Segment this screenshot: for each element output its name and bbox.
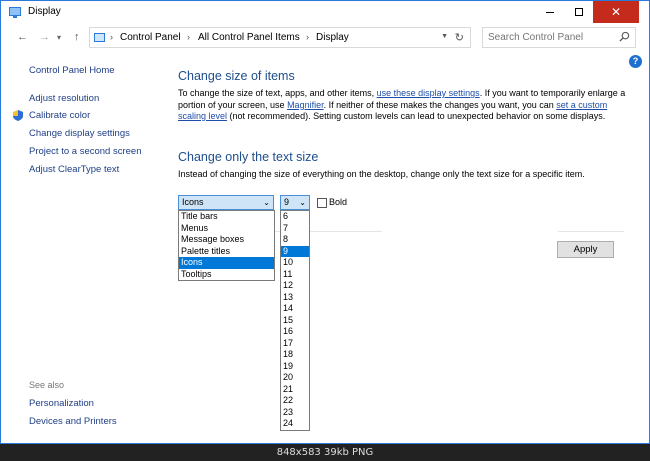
breadcrumb-separator: › — [110, 32, 113, 42]
address-bar: ← → ▾ ↑ › Control Panel › All Control Pa… — [1, 27, 649, 51]
maximize-button[interactable] — [564, 1, 593, 23]
item-dropdown-list: Title bars Menus Message boxes Palette titl… — [178, 210, 275, 281]
forward-arrow-icon[interactable]: → — [39, 31, 50, 43]
help-icon[interactable]: ? — [629, 55, 642, 68]
breadcrumb[interactable]: › Control Panel › All Control Panel Item… — [89, 27, 471, 48]
sidebar-item-project-second-screen[interactable]: Project to a second screen — [29, 146, 141, 157]
maximize-icon — [574, 8, 583, 17]
heading-text-size: Change only the text size — [178, 150, 319, 164]
magnifier-link[interactable]: Magnifier — [287, 100, 324, 110]
description-text-size: Instead of changing the size of everythi… — [178, 169, 585, 179]
dropdown-option[interactable]: Message boxes — [179, 234, 274, 246]
bold-checkbox[interactable] — [317, 198, 327, 208]
dropdown-option[interactable]: 12 — [281, 280, 309, 292]
sidebar: Control Panel Home Adjust resolution Cal… — [1, 53, 171, 443]
size-select-value: 9 — [284, 197, 290, 207]
dropdown-option[interactable]: Palette titles — [179, 246, 274, 258]
recent-locations-icon[interactable]: ▾ — [57, 33, 61, 42]
back-arrow-icon[interactable]: ← — [17, 31, 28, 43]
breadcrumb-item[interactable]: Display — [316, 32, 349, 43]
item-select-value: Icons — [182, 197, 204, 207]
description-size: To change the size of text, apps, and ot… — [178, 88, 626, 123]
dropdown-option[interactable]: 21 — [281, 384, 309, 396]
breadcrumb-item[interactable]: Control Panel — [120, 32, 181, 43]
title-bar: Display ✕ — [1, 1, 649, 23]
search-icon[interactable] — [619, 31, 630, 42]
see-also-heading: See also — [29, 380, 65, 390]
sidebar-item-personalization[interactable]: Personalization — [29, 398, 94, 409]
display-window: Display ✕ ← → ▾ ↑ › Control Panel › All … — [0, 0, 650, 444]
text: . If neither of these makes the changes … — [323, 99, 557, 110]
bold-label: Bold — [329, 197, 348, 207]
minimize-icon — [545, 11, 554, 13]
minimize-button[interactable] — [535, 1, 564, 23]
size-select[interactable]: 9 ⌄ — [280, 195, 310, 210]
display-settings-link[interactable]: use these display settings — [377, 88, 480, 98]
breadcrumb-separator: › — [187, 32, 190, 42]
dropdown-option[interactable]: 19 — [281, 361, 309, 373]
dropdown-option[interactable]: 15 — [281, 315, 309, 327]
dropdown-option[interactable]: 17 — [281, 338, 309, 350]
dropdown-option[interactable]: 20 — [281, 372, 309, 384]
dropdown-option[interactable]: 10 — [281, 257, 309, 269]
dropdown-option[interactable]: 13 — [281, 292, 309, 304]
sidebar-item-calibrate-color[interactable]: Calibrate color — [29, 110, 90, 121]
dropdown-option[interactable]: 6 — [281, 211, 309, 223]
dropdown-option[interactable]: 24 — [281, 418, 309, 430]
chevron-down-icon: ⌄ — [263, 198, 270, 207]
display-icon — [9, 7, 21, 18]
dropdown-option[interactable]: 23 — [281, 407, 309, 419]
breadcrumb-item[interactable]: All Control Panel Items — [198, 32, 300, 43]
refresh-icon[interactable]: ↻ — [455, 31, 464, 44]
sidebar-item-adjust-resolution[interactable]: Adjust resolution — [29, 93, 99, 104]
dropdown-option[interactable]: 22 — [281, 395, 309, 407]
search-input[interactable] — [483, 28, 613, 47]
apply-button[interactable]: Apply — [557, 241, 614, 258]
dropdown-option[interactable]: 9 — [281, 245, 309, 257]
dropdown-option[interactable]: 11 — [281, 269, 309, 281]
sidebar-item-control-panel-home[interactable]: Control Panel Home — [29, 65, 115, 76]
search-box[interactable] — [482, 27, 636, 48]
dropdown-option[interactable]: 18 — [281, 349, 309, 361]
sidebar-item-adjust-cleartype[interactable]: Adjust ClearType text — [29, 164, 119, 175]
dropdown-option[interactable]: Menus — [179, 223, 274, 235]
dropdown-option[interactable]: 7 — [281, 223, 309, 235]
shield-icon — [13, 110, 23, 121]
up-arrow-icon[interactable]: ↑ — [74, 31, 80, 43]
close-icon: ✕ — [610, 5, 622, 19]
breadcrumb-separator: › — [306, 32, 309, 42]
sidebar-item-devices-printers[interactable]: Devices and Printers — [29, 416, 117, 427]
size-dropdown-list: 6 7 8 9 10 11 12 13 14 15 16 17 18 19 20 21 22 23 24 — [280, 210, 310, 431]
sidebar-item-change-display-settings[interactable]: Change display settings — [29, 128, 130, 139]
dropdown-option[interactable]: Icons — [179, 257, 274, 269]
dropdown-option[interactable]: 8 — [281, 234, 309, 246]
control-panel-icon — [94, 33, 105, 42]
chevron-down-icon[interactable]: ▼ — [441, 33, 448, 40]
divider — [558, 231, 624, 232]
chevron-down-icon: ⌄ — [299, 198, 306, 207]
close-button[interactable]: ✕ — [593, 1, 639, 23]
window-title: Display — [28, 6, 61, 17]
text: (not recommended). Setting custom levels… — [227, 111, 606, 121]
dropdown-option[interactable]: Title bars — [179, 211, 274, 223]
image-caption: 848x583 39kb PNG — [0, 444, 650, 461]
text: To change the size of text, apps, and ot… — [178, 88, 377, 98]
heading-change-size: Change size of items — [178, 69, 295, 83]
dropdown-option[interactable]: 16 — [281, 326, 309, 338]
dropdown-option[interactable]: Tooltips — [179, 269, 274, 281]
dropdown-option[interactable]: 14 — [281, 303, 309, 315]
item-select[interactable]: Icons ⌄ — [178, 195, 274, 210]
